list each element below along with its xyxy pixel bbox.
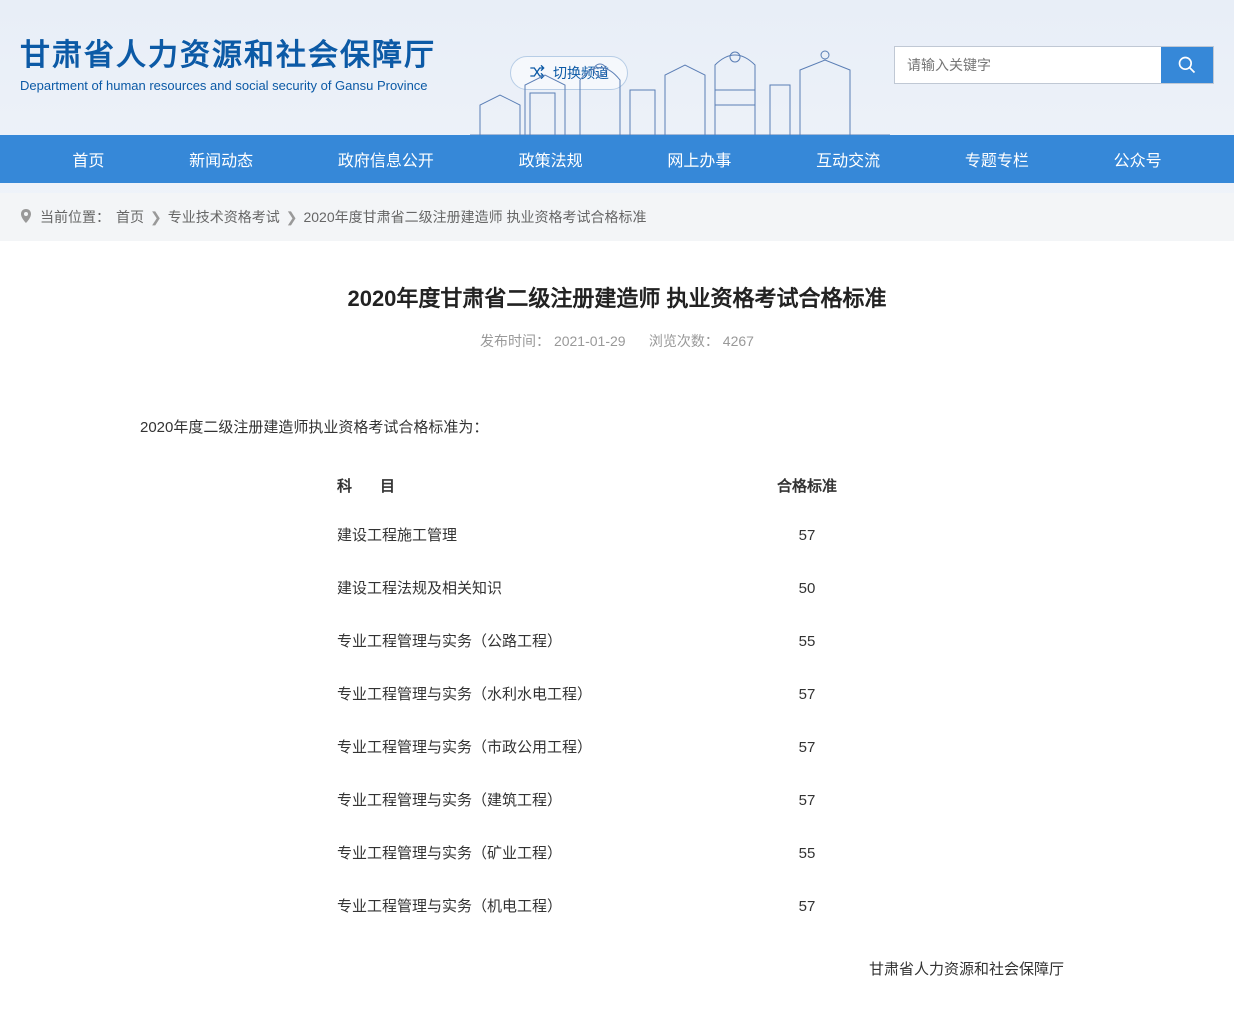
views-label: 浏览次数： <box>649 333 719 349</box>
row-subject: 专业工程管理与实务（公路工程） <box>317 625 697 658</box>
table-row: 专业工程管理与实务（水利水电工程） 57 <box>317 668 917 721</box>
row-score: 50 <box>697 572 917 605</box>
chevron-right-icon: ❯ <box>286 209 298 226</box>
header-subject: 科目 <box>317 470 697 503</box>
nav-wechat[interactable]: 公众号 <box>1094 135 1182 183</box>
shuffle-icon <box>529 65 545 82</box>
table-row: 专业工程管理与实务（机电工程） 57 <box>317 880 917 933</box>
row-subject: 建设工程法规及相关知识 <box>317 572 697 605</box>
main-nav: 首页 新闻动态 政府信息公开 政策法规 网上办事 互动交流 专题专栏 公众号 <box>0 135 1234 183</box>
row-subject: 专业工程管理与实务（建筑工程） <box>317 784 697 817</box>
search-input[interactable] <box>895 47 1161 83</box>
row-score: 55 <box>697 625 917 658</box>
row-score: 57 <box>697 731 917 764</box>
search-box <box>894 46 1214 84</box>
nav-home[interactable]: 首页 <box>52 135 124 183</box>
channel-switch-button[interactable]: 切换频道 <box>510 56 628 90</box>
article-meta: 发布时间： 2021-01-29 浏览次数： 4267 <box>80 331 1154 351</box>
article-title: 2020年度甘肃省二级注册建造师 执业资格考试合格标准 <box>80 281 1154 313</box>
article-body: 2020年度二级注册建造师执业资格考试合格标准为： 科目 合格标准 建设工程施工… <box>80 411 1154 986</box>
breadcrumb-category[interactable]: 专业技术资格考试 <box>168 207 280 227</box>
search-button[interactable] <box>1161 47 1213 83</box>
row-score: 55 <box>697 837 917 870</box>
nav-online-service[interactable]: 网上办事 <box>647 135 751 183</box>
score-table: 科目 合格标准 建设工程施工管理 57 建设工程法规及相关知识 50 专业工程管… <box>317 464 917 933</box>
table-row: 建设工程施工管理 57 <box>317 509 917 562</box>
row-subject: 专业工程管理与实务（市政公用工程） <box>317 731 697 764</box>
nav-topics[interactable]: 专题专栏 <box>945 135 1049 183</box>
row-subject: 专业工程管理与实务（矿业工程） <box>317 837 697 870</box>
table-header: 科目 合格标准 <box>317 464 917 509</box>
breadcrumb-home[interactable]: 首页 <box>116 207 144 227</box>
row-subject: 专业工程管理与实务（水利水电工程） <box>317 678 697 711</box>
nav-gov-info[interactable]: 政府信息公开 <box>318 135 454 183</box>
issuing-org: 甘肃省人力资源和社会保障厅 <box>110 953 1124 986</box>
breadcrumb-current: 2020年度甘肃省二级注册建造师 执业资格考试合格标准 <box>303 207 646 227</box>
views-count: 4267 <box>723 333 754 349</box>
channel-switch-label: 切换频道 <box>553 63 609 83</box>
row-score: 57 <box>697 784 917 817</box>
site-header: 甘肃省人力资源和社会保障厅 Department of human resour… <box>0 0 1234 135</box>
nav-news[interactable]: 新闻动态 <box>169 135 273 183</box>
article: 2020年度甘肃省二级注册建造师 执业资格考试合格标准 发布时间： 2021-0… <box>0 281 1234 1026</box>
table-row: 专业工程管理与实务（建筑工程） 57 <box>317 774 917 827</box>
nav-interact[interactable]: 互动交流 <box>796 135 900 183</box>
search-icon <box>1177 55 1197 75</box>
nav-policy[interactable]: 政策法规 <box>499 135 603 183</box>
table-row: 建设工程法规及相关知识 50 <box>317 562 917 615</box>
row-subject: 建设工程施工管理 <box>317 519 697 552</box>
chevron-right-icon: ❯ <box>150 209 162 226</box>
intro-paragraph: 2020年度二级注册建造师执业资格考试合格标准为： <box>110 411 1124 444</box>
table-row: 专业工程管理与实务（矿业工程） 55 <box>317 827 917 880</box>
publish-label: 发布时间： <box>480 333 550 349</box>
table-row: 专业工程管理与实务（公路工程） 55 <box>317 615 917 668</box>
breadcrumb-label: 当前位置： <box>40 207 110 227</box>
row-score: 57 <box>697 678 917 711</box>
location-icon <box>20 209 34 226</box>
breadcrumb: 当前位置： 首页 ❯ 专业技术资格考试 ❯ 2020年度甘肃省二级注册建造师 执… <box>0 193 1234 241</box>
row-score: 57 <box>697 519 917 552</box>
table-row: 专业工程管理与实务（市政公用工程） 57 <box>317 721 917 774</box>
header-score: 合格标准 <box>697 470 917 503</box>
publish-time: 2021-01-29 <box>554 333 626 349</box>
